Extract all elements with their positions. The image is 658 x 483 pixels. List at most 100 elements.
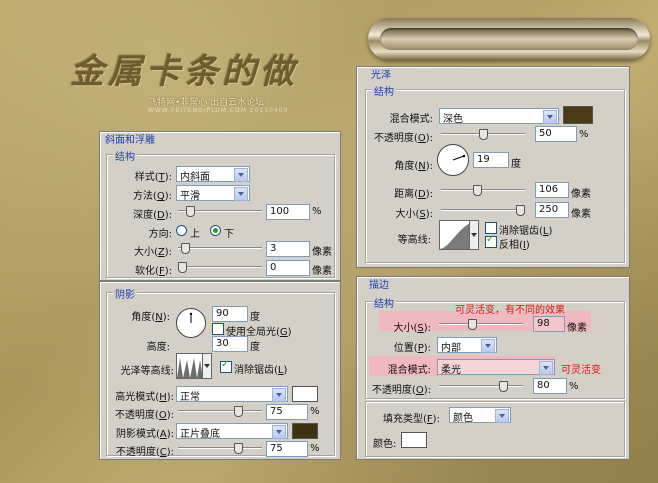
slider-thumb[interactable] [516,205,525,216]
shading-angle-input[interactable]: 90 [212,306,248,322]
bevel-structure-title: 结构 [113,148,137,163]
satin-distance-input[interactable]: 106 [535,182,569,198]
stroke-opacity-slider[interactable] [439,380,523,392]
blend-annotation: 可灵活变 [561,365,601,376]
satin-distance-slider[interactable] [441,184,525,196]
altitude-input[interactable]: 30 [212,336,248,352]
shading-angle-dial[interactable] [176,308,206,338]
satin-opacity-input[interactable]: 50 [535,126,577,142]
satin-invert-label: 反相(I) [499,240,530,251]
satin-opacity-label: 不透明度(O): [373,133,433,144]
bevel-emboss-panel: 斜面和浮雕 结构 样式(T): 内斜面 方法(Q): 平滑 深度(D): 100… [99,131,341,281]
altitude-unit: 度 [250,342,260,353]
shadow-color-swatch[interactable] [292,423,318,439]
highlight-opacity-slider[interactable] [178,405,262,417]
shadow-opacity-unit: % [310,443,320,454]
satin-panel: 光泽 结构 混合模式: 深色 不透明度(O): 50 % 角度(N): 19 度… [356,66,630,268]
technique-label: 方法(Q): [132,191,172,202]
fill-type-select[interactable]: 颜色 [449,407,511,424]
highlight-opacity-unit: % [310,406,320,417]
satin-opacity-slider[interactable] [441,128,525,140]
satin-contour-label: 等高线: [397,235,431,246]
stroke-opacity-label: 不透明度(O): [371,385,431,396]
satin-size-slider[interactable] [441,204,525,216]
depth-unit: % [312,206,322,217]
stroke-size-slider[interactable] [439,318,523,330]
direction-up-label: 上 [190,229,200,240]
depth-slider[interactable] [178,205,262,217]
chevron-down-icon [543,110,557,124]
stroke-position-label: 位置(P): [393,343,431,354]
direction-up-radio[interactable] [176,225,187,236]
chevron-down-icon [234,187,248,201]
gloss-contour-preview[interactable] [176,353,204,379]
shading-antialias-checkbox[interactable] [220,359,232,373]
chevron-down-icon [481,339,495,353]
soften-input[interactable]: 0 [266,260,310,276]
highlight-opacity-input[interactable]: 75 [266,404,308,420]
satin-angle-unit: 度 [511,159,521,170]
style-select[interactable]: 内斜面 [176,166,250,183]
style-label: 样式(T): [134,172,172,183]
satin-color-swatch[interactable] [563,106,593,124]
shading-angle-unit: 度 [250,312,260,323]
chevron-down-icon [272,425,286,439]
stroke-blend-select[interactable]: 柔光 [437,359,555,376]
altitude-label: 高度: [146,342,170,353]
shadow-mode-label: 阴影模式(A): [115,429,174,440]
slider-thumb[interactable] [468,319,477,330]
satin-angle-dial[interactable] [437,144,469,176]
satin-size-unit: 像素 [571,209,591,220]
stroke-size-unit: 像素 [567,323,587,334]
direction-down-radio[interactable] [210,225,221,236]
stroke-position-select[interactable]: 内部 [437,337,497,354]
bevel-size-unit: 像素 [312,247,332,258]
technique-select[interactable]: 平滑 [176,185,250,202]
slider-thumb[interactable] [473,185,482,196]
direction-label: 方向: [148,229,172,240]
satin-size-label: 大小(S): [395,209,433,220]
fill-color-swatch[interactable] [401,432,427,448]
shadow-opacity-slider[interactable] [178,442,262,454]
slider-thumb[interactable] [479,129,488,140]
chevron-down-icon [272,388,286,402]
shading-angle-label: 角度(N): [131,312,170,323]
slider-thumb[interactable] [234,443,243,454]
slider-thumb[interactable] [181,243,190,254]
shadow-opacity-input[interactable]: 75 [266,441,308,457]
stroke-size-input[interactable]: 98 [533,316,565,332]
soften-slider[interactable] [178,261,262,273]
highlight-opacity-label: 不透明度(O): [114,410,174,421]
shadow-mode-select[interactable]: 正片叠底 [176,423,288,440]
direction-down-label: 下 [224,229,234,240]
satin-blend-select[interactable]: 深色 [439,108,559,125]
slider-thumb[interactable] [234,406,243,417]
highlight-color-swatch[interactable] [292,386,318,402]
fill-type-label: 填充类型(F): [383,414,440,425]
slider-thumb[interactable] [186,206,195,217]
depth-input[interactable]: 100 [266,204,310,220]
shading-panel: 阴影 角度(N): 90 度 使用全局光(G) 高度: 30 度 光泽等高线: … [99,281,341,460]
satin-antialias-label: 消除锯齿(L) [499,226,553,237]
satin-contour-preview[interactable] [439,220,471,250]
shadow-opacity-label: 不透明度(C): [115,447,174,458]
satin-antialias-checkbox[interactable] [485,222,497,234]
slider-thumb[interactable] [499,381,508,392]
satin-size-input[interactable]: 250 [535,202,569,218]
satin-invert-checkbox[interactable] [485,234,497,248]
highlight-mode-select[interactable]: 正常 [176,386,288,403]
satin-distance-unit: 像素 [571,189,591,200]
stroke-opacity-input[interactable]: 80 [533,378,567,394]
bevel-size-input[interactable]: 3 [266,241,310,257]
bevel-size-slider[interactable] [178,242,262,254]
size-annotation: 可灵活变，有不同的效果 [455,305,565,316]
satin-angle-input[interactable]: 19 [473,152,509,168]
chevron-down-icon [234,168,248,182]
soften-unit: 像素 [312,266,332,277]
slider-thumb[interactable] [178,262,187,273]
satin-opacity-unit: % [579,129,589,140]
stroke-opacity-unit: % [569,381,579,392]
global-light-checkbox[interactable] [212,323,224,335]
satin-contour-dropdown-arrow[interactable] [469,220,479,250]
contour-dropdown-arrow[interactable] [202,353,212,379]
